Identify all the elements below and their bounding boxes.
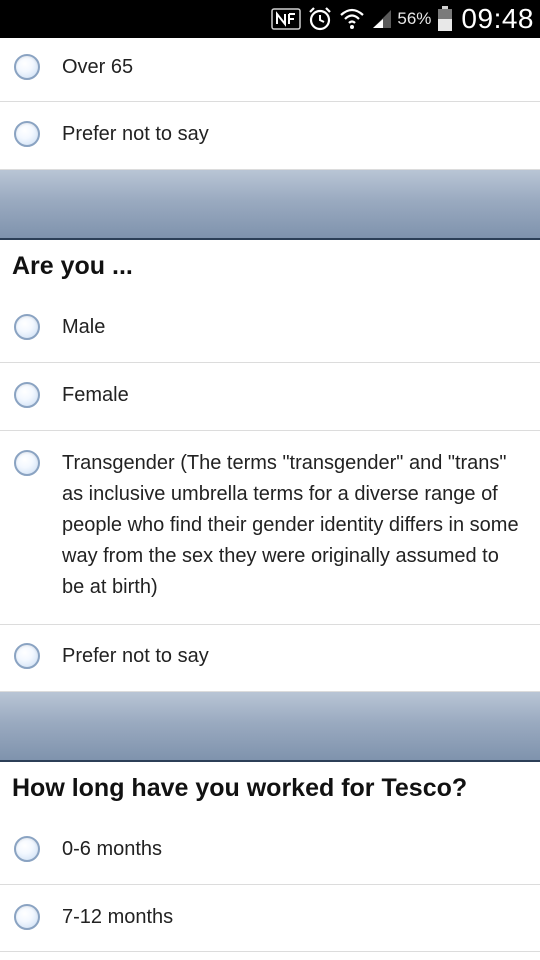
- option-transgender[interactable]: Transgender (The terms "transgender" and…: [0, 431, 540, 625]
- battery-icon: [437, 6, 453, 32]
- section-divider: [0, 170, 540, 240]
- signal-icon: [371, 8, 393, 30]
- survey-content: Over 65 Prefer not to say Are you ... Ma…: [0, 38, 540, 952]
- question-tenure: How long have you worked for Tesco?: [0, 762, 540, 818]
- option-gender-prefer-not-to-say[interactable]: Prefer not to say: [0, 625, 540, 692]
- status-bar: 56% 09:48: [0, 0, 540, 38]
- radio-button[interactable]: [14, 643, 40, 669]
- option-male[interactable]: Male: [0, 296, 540, 363]
- option-7-12-months[interactable]: 7-12 months: [0, 885, 540, 952]
- clock: 09:48: [461, 3, 534, 34]
- option-label: Female: [62, 384, 129, 406]
- question-title: Are you ...: [12, 252, 133, 280]
- battery-percent: 56%: [397, 9, 432, 28]
- option-over-65[interactable]: Over 65: [0, 38, 540, 102]
- wifi-icon: [339, 7, 365, 31]
- radio-button[interactable]: [14, 904, 40, 930]
- option-0-6-months[interactable]: 0-6 months: [0, 818, 540, 885]
- option-label: Prefer not to say: [62, 123, 209, 145]
- option-label: Male: [62, 316, 106, 338]
- option-age-prefer-not-to-say[interactable]: Prefer not to say: [0, 102, 540, 170]
- option-label: 7-12 months: [62, 906, 174, 928]
- option-label: Over 65: [62, 56, 134, 78]
- radio-button[interactable]: [14, 836, 40, 862]
- nfc-icon: [271, 8, 302, 30]
- radio-button[interactable]: [14, 314, 40, 340]
- radio-button[interactable]: [14, 382, 40, 408]
- question-gender: Are you ...: [0, 240, 540, 296]
- radio-button[interactable]: [14, 121, 40, 147]
- question-title: How long have you worked for Tesco?: [12, 774, 468, 802]
- option-label: Transgender (The terms "transgender" and…: [62, 452, 519, 598]
- section-divider: [0, 692, 540, 762]
- option-label: Prefer not to say: [62, 645, 209, 667]
- alarm-icon: [307, 6, 333, 32]
- option-female[interactable]: Female: [0, 363, 540, 431]
- radio-button[interactable]: [14, 450, 40, 476]
- radio-button[interactable]: [14, 54, 40, 80]
- option-label: 0-6 months: [62, 838, 163, 860]
